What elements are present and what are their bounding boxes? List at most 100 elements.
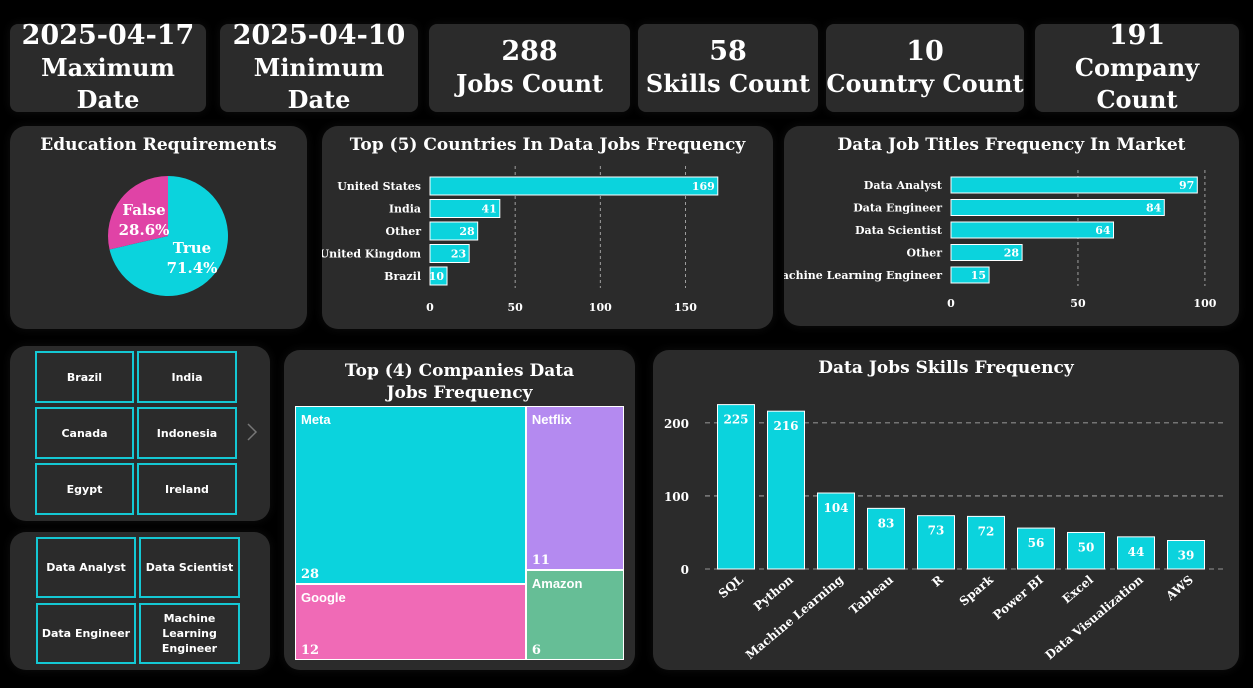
kpi-value: 2025-04-17 — [21, 20, 195, 51]
kpi-value: 2025-04-10 — [232, 20, 406, 51]
data-label: 169 — [692, 180, 715, 193]
data-label: 10 — [429, 270, 445, 283]
kpi-company-count: 191 Company Count — [1035, 20, 1239, 114]
x-tick-label: Machine Learning — [743, 572, 847, 662]
x-tick-label: Spark — [957, 572, 997, 609]
treemap-value: 11 — [531, 553, 550, 569]
y-tick-label: Data Scientist — [855, 224, 943, 237]
slicer-country-canada[interactable]: Canada — [35, 407, 134, 459]
kpi-label: Minimum Date — [253, 53, 385, 114]
bar — [717, 404, 755, 570]
kpi-min-date: 2025-04-10 Minimum Date — [220, 20, 418, 114]
data-label: 44 — [1128, 545, 1145, 559]
data-label: 84 — [1146, 202, 1162, 215]
x-tick-label: R — [929, 572, 946, 590]
kpi-label: Company Count — [1074, 53, 1200, 114]
pie-label: False — [122, 201, 165, 219]
y-tick-label: Machine Learning Engineer — [784, 269, 942, 282]
kpi-jobs-count: 288 Jobs Count — [429, 24, 630, 112]
x-tick-label: Data Visualization — [1043, 572, 1147, 662]
titles-panel: Data Job Titles Frequency In Market 0 50 1… — [784, 126, 1239, 326]
data-label: 83 — [878, 516, 895, 530]
x-tick-label: 0 — [426, 301, 434, 314]
y-tick-label: India — [389, 203, 421, 216]
x-tick-label: Power BI — [990, 572, 1046, 622]
companies-panel: Top (4) Companies Data Jobs Frequency Me… — [284, 350, 635, 670]
data-label: 216 — [773, 419, 798, 433]
skills-bar-chart: 0 100 200 225 SQL 216 Python 104 Machine Learnin… — [664, 404, 1225, 662]
slicer-title-data-analyst[interactable]: Data Analyst — [36, 537, 136, 598]
treemap-label: Amazon — [531, 576, 583, 592]
y-tick-label: Data Engineer — [853, 202, 942, 215]
kpi-value: 191 — [1108, 20, 1166, 51]
slicer-country-egypt[interactable]: Egypt — [35, 463, 134, 515]
y-tick-label: Other — [907, 247, 943, 260]
treemap-value: 28 — [301, 566, 320, 582]
y-tick-label: Other — [386, 225, 422, 238]
treemap-label: Meta — [301, 412, 331, 427]
data-label: 64 — [1095, 224, 1111, 237]
treemap-tile-google: Google 12 — [295, 583, 526, 660]
kpi-label: Maximum Date — [41, 53, 175, 114]
data-label: 41 — [482, 203, 497, 216]
x-tick-label: 50 — [507, 301, 523, 314]
kpi-country-count: 10 Country Count — [826, 24, 1024, 112]
education-pie-chart: True 71.4% False 28.6% — [108, 176, 229, 296]
countries-panel: Top (5) Countries In Data Jobs Frequency… — [322, 126, 773, 329]
x-tick-label: 50 — [1070, 297, 1086, 310]
countries-bar-chart: 0 50 100 150 United States 169 India 41 Other 28 U… — [322, 166, 719, 314]
treemap-tile-amazon: Amazon 6 — [525, 570, 624, 660]
data-label: 72 — [978, 524, 995, 538]
data-label: 97 — [1179, 179, 1194, 192]
bar — [950, 221, 1115, 239]
pie-label: True — [173, 239, 211, 257]
y-tick-label: United States — [337, 180, 421, 193]
slicer-country-brazil[interactable]: Brazil — [35, 351, 134, 403]
x-tick-label: Python — [751, 572, 796, 613]
slicer-country-ireland[interactable]: Ireland — [137, 463, 237, 515]
slicer-title-ml-engineer[interactable]: Machine Learning Engineer — [139, 603, 240, 664]
treemap-tile-netflix: Netflix 11 — [525, 406, 624, 571]
kpi-value: 58 — [709, 36, 747, 67]
x-tick-label: Tableau — [847, 572, 897, 617]
data-label: 23 — [451, 248, 466, 261]
x-tick-label: 0 — [947, 297, 955, 310]
treemap-label: Google — [301, 589, 346, 605]
slicer-country-india[interactable]: India — [137, 351, 237, 403]
bar — [429, 176, 719, 196]
data-label: 50 — [1078, 540, 1095, 554]
pie-value-label: 28.6% — [119, 221, 170, 239]
treemap-tile-meta: Meta 28 — [295, 406, 526, 584]
data-label: 56 — [1028, 536, 1045, 550]
y-tick-label: 200 — [664, 417, 689, 431]
kpi-label: Country Count — [826, 69, 1024, 98]
kpi-label: Jobs Count — [455, 69, 604, 98]
companies-treemap: Meta 28 Google 12 Netflix 11 Amazon 6 — [295, 406, 624, 660]
slicer-title-data-scientist[interactable]: Data Scientist — [139, 537, 240, 598]
y-tick-label: Data Analyst — [864, 179, 943, 192]
kpi-max-date: 2025-04-17 Maximum Date — [10, 20, 206, 114]
data-label: 28 — [459, 225, 475, 238]
x-tick-label: Excel — [1059, 572, 1096, 606]
data-label: 15 — [971, 269, 986, 282]
kpi-label: Skills Count — [645, 69, 811, 98]
slicer-country-indonesia[interactable]: Indonesia — [137, 407, 237, 459]
treemap-value: 12 — [301, 642, 320, 658]
x-tick-label: 100 — [1193, 297, 1216, 310]
y-tick-label: 0 — [681, 563, 689, 577]
titles-bar-chart: 0 50 100 Data Analyst 97 Data Engineer 84 Data … — [784, 170, 1217, 310]
bar — [767, 410, 805, 570]
title-slicer-panel: Data Analyst Data Scientist Data Enginee… — [10, 532, 270, 670]
skills-panel: Data Jobs Skills Frequency 0 100 200 225 SQL… — [653, 350, 1239, 670]
companies-title: Top (4) Companies Data Jobs Frequency — [344, 361, 575, 403]
bar — [950, 176, 1198, 194]
kpi-value: 10 — [906, 36, 944, 67]
x-tick-label: 100 — [589, 301, 612, 314]
x-tick-label: AWS — [1163, 573, 1196, 604]
chevron-right-icon[interactable] — [246, 422, 258, 442]
slicer-title-data-engineer[interactable]: Data Engineer — [36, 603, 136, 664]
data-label: 225 — [723, 413, 748, 427]
x-tick-label: 150 — [674, 301, 697, 314]
country-slicer-panel: Brazil India Canada Indonesia Egypt Irel… — [10, 346, 270, 521]
data-label: 73 — [928, 524, 945, 538]
